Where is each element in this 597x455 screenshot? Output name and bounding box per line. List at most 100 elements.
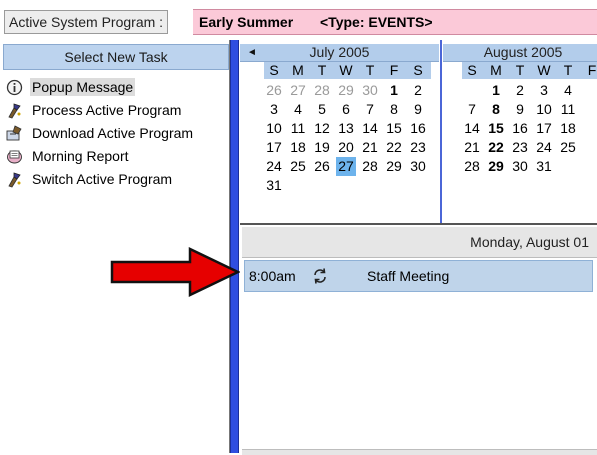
day-cell[interactable]: 20	[336, 138, 356, 157]
day-cell[interactable]: 28	[462, 157, 482, 176]
week-row: 17 18 19 20 21 22 23	[264, 138, 434, 157]
day-cell[interactable]: 7	[360, 100, 380, 119]
day-cell[interactable]: 29	[486, 157, 506, 176]
day-cell[interactable]: 7	[462, 100, 482, 119]
weekday-label: M	[292, 62, 304, 78]
day-cell[interactable]: 8	[384, 100, 404, 119]
day-cell[interactable]: 26	[264, 81, 284, 100]
week-row: 3 4 5 6 7 8 9	[264, 100, 434, 119]
weekday-label: S	[413, 62, 423, 78]
day-cell[interactable]: 6	[336, 100, 356, 119]
weekday-label: T	[515, 62, 525, 78]
day-cell[interactable]: 31	[264, 176, 284, 195]
day-cell-today[interactable]: 27	[336, 157, 356, 176]
day-cell[interactable]: 8	[486, 100, 506, 119]
week-row: 26 27 28 29 30 1 2	[264, 81, 434, 100]
week-row: 14 15 16 17 18	[462, 119, 597, 138]
top-bar: Active System Program : Early Summer <Ty…	[0, 0, 597, 40]
day-cell[interactable]: 30	[510, 157, 530, 176]
day-cell[interactable]: 15	[384, 119, 404, 138]
task-list: Popup Message Process Active Program Dow…	[4, 76, 226, 191]
appointment-time: 8:00am	[249, 268, 296, 284]
appointment-title: Staff Meeting	[367, 268, 450, 284]
task-item-label: Process Active Program	[32, 102, 182, 118]
day-cell[interactable]: 1	[384, 81, 404, 100]
info-icon	[6, 79, 23, 96]
day-cell[interactable]: 16	[510, 119, 530, 138]
weekday-label: T	[563, 62, 573, 78]
day-cell[interactable]: 14	[462, 119, 482, 138]
day-cell[interactable]: 17	[264, 138, 284, 157]
day-cell[interactable]: 1	[486, 81, 506, 100]
day-cell[interactable]: 26	[312, 157, 332, 176]
download-icon	[6, 125, 22, 141]
day-cell[interactable]: 25	[558, 138, 578, 157]
day-cell[interactable]: 3	[264, 100, 284, 119]
wizard-icon	[8, 103, 21, 119]
day-view-header: Monday, August 01	[242, 227, 597, 258]
appointment-item[interactable]: 8:00am Staff Meeting	[244, 260, 593, 292]
day-cell[interactable]: 18	[288, 138, 308, 157]
task-item-download-active-program[interactable]: Download Active Program	[4, 122, 226, 145]
task-item-morning-report[interactable]: Morning Report	[4, 145, 226, 168]
day-cell[interactable]: 30	[408, 157, 428, 176]
day-cell[interactable]: 24	[264, 157, 284, 176]
report-icon	[7, 150, 22, 164]
day-cell[interactable]: 30	[360, 81, 380, 100]
day-cell[interactable]: 10	[264, 119, 284, 138]
day-cell[interactable]: 15	[486, 119, 506, 138]
task-item-switch-active-program[interactable]: Switch Active Program	[4, 168, 226, 191]
day-cell[interactable]: 11	[558, 100, 578, 119]
day-cell[interactable]: 19	[312, 138, 332, 157]
weekday-header-july: S M T W T F S	[264, 62, 431, 79]
active-program-display: Early Summer <Type: EVENTS>	[193, 9, 597, 35]
weekday-label: T	[365, 62, 375, 78]
month-title-label: July 2005	[309, 44, 370, 60]
program-name: Early Summer	[199, 14, 294, 30]
day-cell[interactable]: 22	[486, 138, 506, 157]
day-cell[interactable]: 31	[534, 157, 554, 176]
week-row: 31	[264, 176, 434, 195]
month-title-label: August 2005	[483, 44, 563, 60]
day-cell[interactable]: 29	[384, 157, 404, 176]
weekday-label: F	[587, 62, 597, 78]
week-row: 28 29 30 31	[462, 157, 597, 176]
day-cell[interactable]: 13	[336, 119, 356, 138]
day-cell[interactable]: 12	[312, 119, 332, 138]
day-cell[interactable]: 21	[360, 138, 380, 157]
day-cell[interactable]: 29	[336, 81, 356, 100]
task-item-process-active-program[interactable]: Process Active Program	[4, 99, 226, 122]
day-cell[interactable]: 22	[384, 138, 404, 157]
task-item-popup-message[interactable]: Popup Message	[4, 76, 226, 99]
red-arrow-icon	[110, 247, 240, 297]
week-row: 10 11 12 13 14 15 16	[264, 119, 434, 138]
day-cell[interactable]: 10	[534, 100, 554, 119]
month-title-july: ◄ July 2005	[240, 44, 439, 62]
prev-month-button[interactable]: ◄	[240, 44, 264, 61]
task-item-label: Popup Message	[30, 78, 136, 96]
week-row: 21 22 23 24 25	[462, 138, 597, 157]
day-cell[interactable]: 21	[462, 138, 482, 157]
day-cell[interactable]: 25	[288, 157, 308, 176]
day-cell[interactable]: 23	[510, 138, 530, 157]
day-cell[interactable]: 18	[558, 119, 578, 138]
month-title-august: August 2005	[443, 44, 597, 62]
day-cell[interactable]: 14	[360, 119, 380, 138]
day-cell[interactable]: 11	[288, 119, 308, 138]
day-cell[interactable]: 9	[510, 100, 530, 119]
day-cell[interactable]: 4	[288, 100, 308, 119]
day-cell[interactable]: 17	[534, 119, 554, 138]
day-cell[interactable]: 27	[288, 81, 308, 100]
day-cell[interactable]: 16	[408, 119, 428, 138]
day-cell[interactable]: 28	[312, 81, 332, 100]
day-cell[interactable]: 24	[534, 138, 554, 157]
day-cell[interactable]: 2	[408, 81, 428, 100]
day-cell[interactable]: 2	[510, 81, 530, 100]
day-cell[interactable]: 4	[558, 81, 578, 100]
day-cell[interactable]: 5	[312, 100, 332, 119]
day-cell[interactable]: 28	[360, 157, 380, 176]
day-cell[interactable]: 9	[408, 100, 428, 119]
day-cell[interactable]: 23	[408, 138, 428, 157]
day-cell[interactable]: 3	[534, 81, 554, 100]
weekday-header-august: S M T W T F	[462, 62, 597, 79]
